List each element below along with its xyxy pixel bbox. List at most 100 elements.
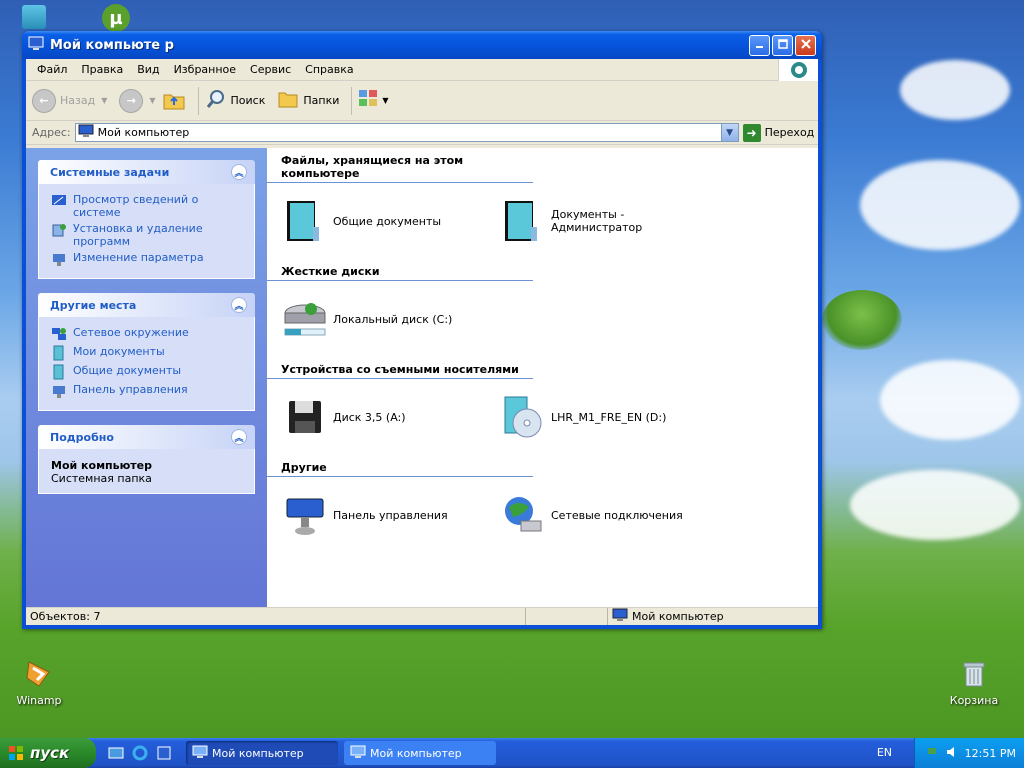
search-button[interactable]: Поиск [205, 88, 266, 113]
language-indicator[interactable]: EN [877, 746, 892, 759]
menu-file[interactable]: Файл [30, 63, 74, 76]
address-input[interactable]: Мой компьютер ▼ [74, 123, 739, 142]
media-player-icon[interactable] [156, 745, 172, 761]
cd-drive-icon [499, 393, 547, 441]
status-location: Мой компьютер [608, 608, 818, 625]
panel-title: Подробно [50, 430, 114, 444]
task-view-system-info[interactable]: Просмотр сведений о системе [51, 193, 246, 219]
menu-tools[interactable]: Сервис [243, 63, 298, 76]
my-computer-icon [78, 124, 94, 141]
volume-tray-icon[interactable] [945, 745, 959, 762]
close-icon [800, 38, 811, 52]
taskbar-button-my-computer[interactable]: Мой компьютер [186, 741, 338, 765]
maximize-button[interactable] [772, 34, 793, 56]
title-bar[interactable]: Мой компьюте р [22, 31, 822, 59]
collapse-icon[interactable]: ︽ [231, 297, 247, 313]
task-add-remove-programs[interactable]: Установка и удаление программ [51, 222, 246, 248]
place-my-documents[interactable]: Мои документы [51, 345, 246, 361]
taskbar-button-my-computer-2[interactable]: Мой компьютер [344, 741, 496, 765]
menu-edit[interactable]: Правка [74, 63, 130, 76]
desktop-icon-partial[interactable] [22, 5, 46, 29]
desktop-icon-label: Корзина [949, 694, 999, 707]
go-label: Переход [764, 126, 815, 139]
documents-icon [51, 364, 67, 380]
clock[interactable]: 12:51 PM [965, 747, 1016, 760]
item-label: Панель управления [333, 508, 448, 522]
menu-view[interactable]: Вид [130, 63, 166, 76]
item-floppy-a[interactable]: Диск 3,5 (A:) [281, 393, 499, 441]
item-label: LHR_M1_FRE_EN (D:) [551, 410, 667, 424]
task-change-setting[interactable]: Изменение параметра [51, 251, 246, 267]
place-control-panel[interactable]: Панель управления [51, 383, 246, 399]
place-shared-documents[interactable]: Общие документы [51, 364, 246, 380]
network-icon [51, 326, 67, 342]
back-arrow-icon: ← [32, 88, 56, 113]
details-header[interactable]: Подробно ︽ [38, 425, 255, 449]
network-tray-icon[interactable] [927, 745, 941, 762]
up-folder-button[interactable] [162, 87, 186, 114]
start-button[interactable]: пуск [0, 738, 96, 768]
search-icon [205, 88, 227, 113]
system-tasks-header[interactable]: Системные задачи ︽ [38, 160, 255, 184]
item-local-disk-c[interactable]: Локальный диск (C:) [281, 295, 499, 343]
item-control-panel[interactable]: Панель управления [281, 491, 499, 539]
views-button[interactable]: ▼ [358, 88, 389, 113]
place-label: Сетевое окружение [73, 326, 189, 339]
status-location-text: Мой компьютер [632, 610, 724, 623]
status-bar: Объектов: 7 Мой компьютер [26, 607, 818, 625]
group-items: Локальный диск (C:) [281, 281, 818, 357]
details-description: Системная папка [51, 472, 152, 485]
menu-help[interactable]: Справка [298, 63, 360, 76]
search-label: Поиск [230, 94, 266, 107]
recycle-bin-icon [958, 658, 990, 690]
task-label: Установка и удаление программ [73, 222, 203, 248]
task-pane: Системные задачи ︽ Просмотр сведений о с… [26, 148, 267, 607]
go-button[interactable]: ➜ Переход [742, 123, 815, 142]
task-label: Просмотр сведений о системе [73, 193, 199, 219]
back-button[interactable]: ← Назад ▼ [32, 88, 107, 113]
minimize-button[interactable] [749, 34, 770, 56]
address-value: Мой компьютер [97, 126, 190, 139]
item-label: Общие документы [333, 214, 442, 228]
item-label: Сетевые подключения [551, 508, 683, 522]
my-computer-icon [192, 745, 208, 762]
chevron-down-icon: ▼ [726, 127, 734, 138]
forward-arrow-icon: → [119, 88, 144, 113]
item-cd-drive-d[interactable]: LHR_M1_FRE_EN (D:) [499, 393, 717, 441]
group-items: Общие документы Документы - Администрато… [281, 183, 818, 259]
item-network-connections[interactable]: Сетевые подключения [499, 491, 717, 539]
documents-folder-icon [281, 197, 329, 245]
panel-body: Просмотр сведений о системе Установка и … [38, 184, 255, 279]
window-title: Мой компьюте р [50, 37, 174, 53]
close-button[interactable] [795, 34, 816, 56]
other-places-panel: Другие места ︽ Сетевое окружение Мои док… [38, 293, 255, 411]
place-network[interactable]: Сетевое окружение [51, 326, 246, 342]
my-computer-icon [350, 745, 366, 762]
folders-button[interactable]: Папки [277, 88, 339, 113]
place-label: Панель управления [73, 383, 188, 396]
group-header: Жесткие диски [267, 259, 533, 281]
group-header: Устройства со съемными носителями [267, 357, 533, 379]
item-shared-documents[interactable]: Общие документы [281, 197, 499, 245]
cloud [860, 160, 1020, 250]
minimize-icon [755, 38, 765, 52]
collapse-icon[interactable]: ︽ [231, 429, 247, 445]
utorrent-icon[interactable]: µ [102, 4, 130, 32]
show-desktop-icon[interactable] [108, 745, 124, 761]
cloud [850, 470, 1020, 540]
desktop-icon-recycle-bin[interactable]: Корзина [939, 658, 1009, 707]
menu-favorites[interactable]: Избранное [167, 63, 243, 76]
address-dropdown-button[interactable]: ▼ [720, 124, 738, 141]
views-icon [358, 88, 382, 113]
item-admin-documents[interactable]: Документы - Администратор [499, 197, 717, 245]
other-places-header[interactable]: Другие места ︽ [38, 293, 255, 317]
internet-explorer-icon[interactable] [132, 745, 148, 761]
forward-button[interactable]: → ▼ [119, 88, 156, 113]
collapse-icon[interactable]: ︽ [231, 164, 247, 180]
panel-body: Мой компьютер Системная папка [38, 449, 255, 494]
task-label: Изменение параметра [73, 251, 204, 264]
back-label: Назад [60, 94, 96, 107]
floppy-disk-icon [281, 393, 329, 441]
desktop-icon-winamp[interactable]: Winamp [4, 658, 74, 707]
system-info-icon [51, 193, 67, 209]
